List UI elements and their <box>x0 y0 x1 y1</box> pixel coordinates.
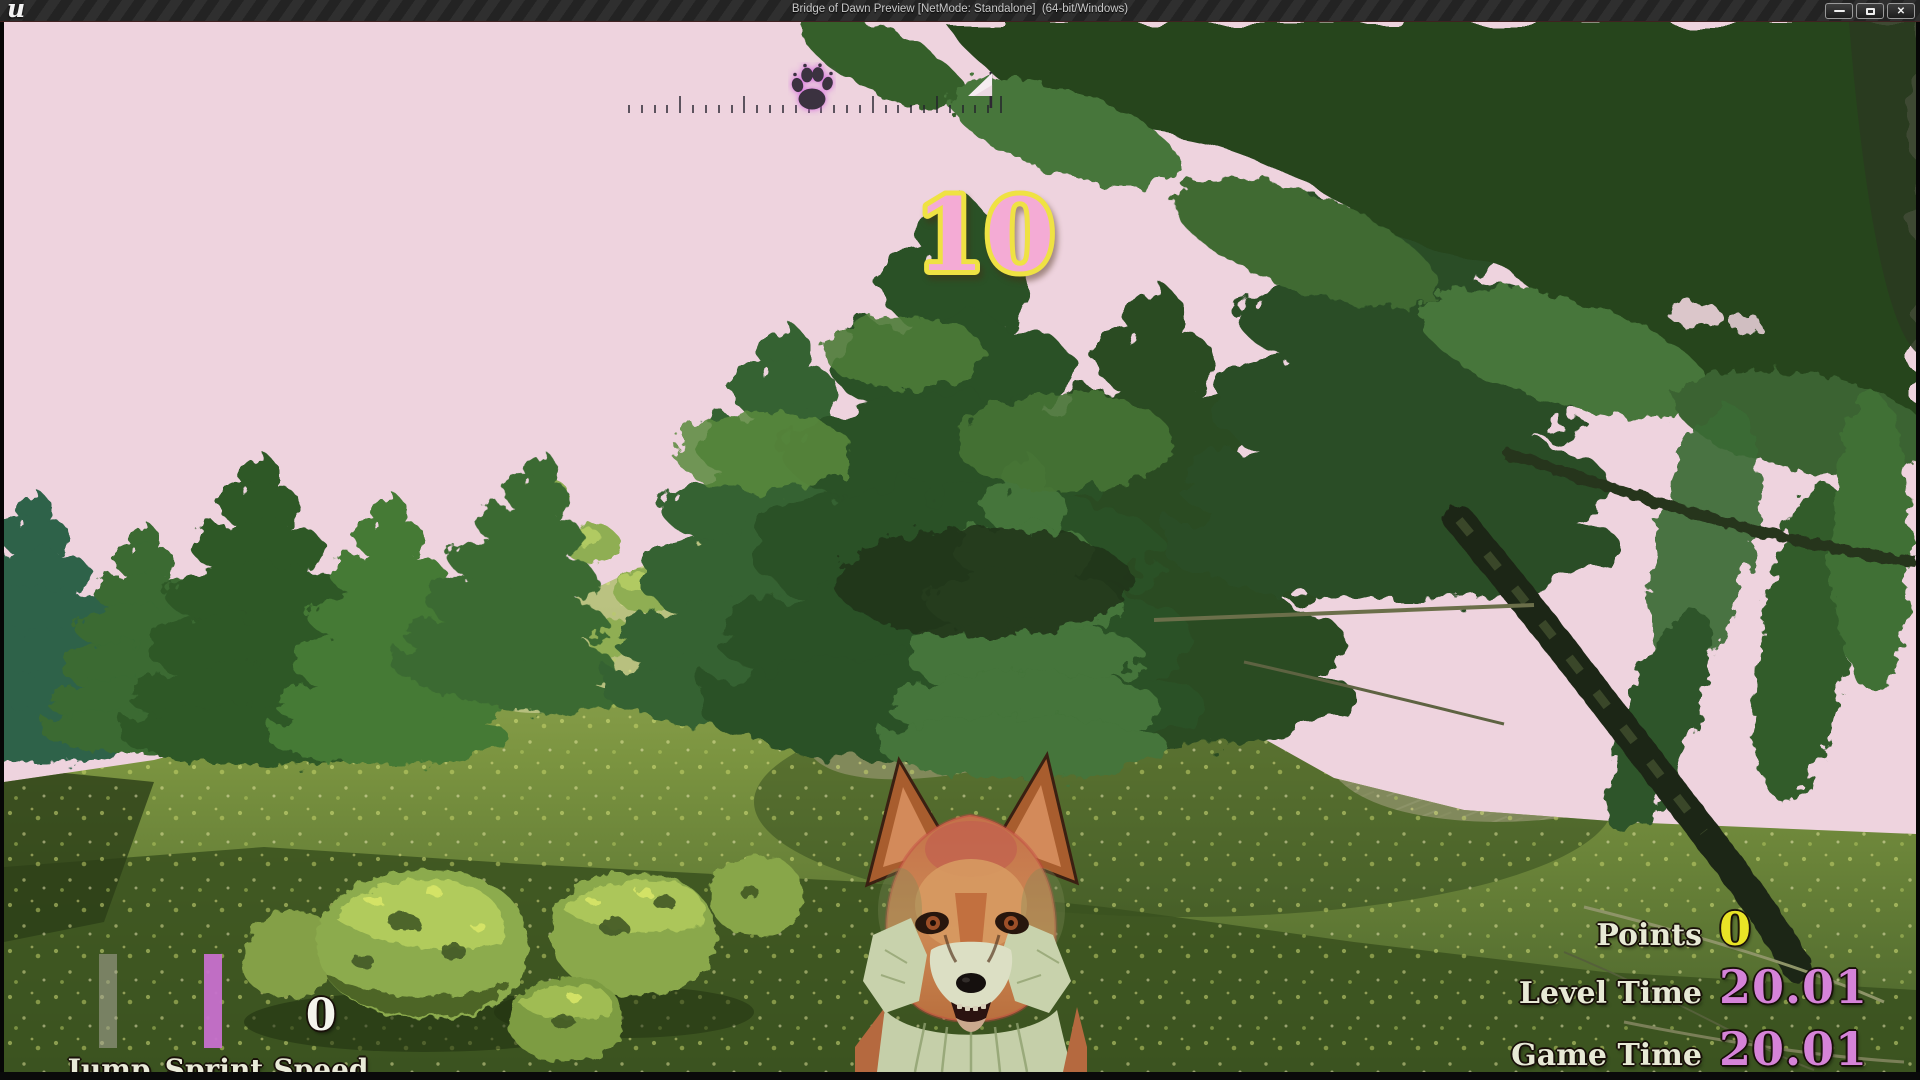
window-border-bottom <box>0 1072 1920 1080</box>
paw-icon <box>788 62 836 116</box>
level-time-value: 20.01 <box>1719 960 1868 1014</box>
points-value: 0 <box>1719 902 1752 956</box>
game-time-row: Game Time 20.01 <box>1474 1022 1868 1072</box>
jump-meter-bar <box>99 954 117 1048</box>
level-time-row: Level Time 20.01 <box>1474 960 1868 1014</box>
maximize-icon <box>1866 8 1875 15</box>
game-viewport[interactable]: 10 Jump Sprint Speed 0 Points 0 Level Ti… <box>4 22 1916 1072</box>
sprint-label: Sprint <box>154 1053 274 1072</box>
speed-label: Speed <box>261 1053 381 1072</box>
game-time-label: Game Time <box>1474 1038 1702 1072</box>
sprint-meter-bar <box>204 954 222 1048</box>
window-controls: ✕ <box>1825 3 1915 19</box>
points-row: Points 0 <box>1474 902 1752 956</box>
game-window: u Bridge of Dawn Preview [NetMode: Stand… <box>0 0 1920 1080</box>
close-icon: ✕ <box>1897 6 1905 17</box>
flag-marker <box>964 70 1000 116</box>
flag-icon <box>964 70 1000 112</box>
score-counter: 10 <box>900 174 1070 296</box>
jump-label: Jump <box>49 1053 169 1072</box>
close-button[interactable]: ✕ <box>1887 3 1915 19</box>
points-label: Points <box>1474 918 1702 953</box>
window-title: Bridge of Dawn Preview [NetMode: Standal… <box>0 3 1920 15</box>
level-time-label: Level Time <box>1474 976 1702 1011</box>
game-time-value: 20.01 <box>1719 1022 1868 1072</box>
minimize-icon <box>1834 10 1845 12</box>
progress-tracker <box>628 95 1000 113</box>
window-titlebar[interactable]: u Bridge of Dawn Preview [NetMode: Stand… <box>0 0 1920 22</box>
maximize-button[interactable] <box>1856 3 1884 19</box>
score-value: 10 <box>915 176 1054 294</box>
speed-value: 0 <box>266 990 376 1041</box>
minimize-button[interactable] <box>1825 3 1853 19</box>
paw-marker <box>788 62 836 120</box>
